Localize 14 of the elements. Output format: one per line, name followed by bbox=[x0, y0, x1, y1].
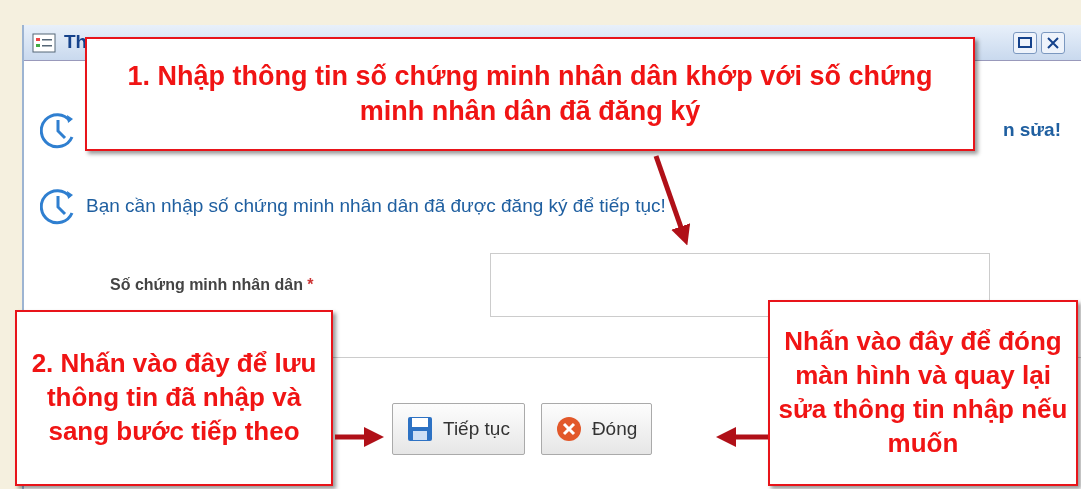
cancel-icon bbox=[555, 416, 582, 442]
callout-note: 1. Nhập thông tin số chứng minh nhân dân khớp với số chứng minh nhân dân đã đăng ký bbox=[85, 37, 975, 151]
continue-button[interactable]: Tiếp tục bbox=[392, 403, 525, 455]
close-button[interactable] bbox=[1041, 31, 1065, 54]
callout-note: Nhấn vào đây để đóng màn hình và quay lại sửa thông tin nhập nếu muốn bbox=[768, 300, 1078, 486]
field-label: Số chứng minh nhân dân * bbox=[110, 275, 315, 295]
close-button[interactable]: Đóng bbox=[540, 403, 653, 455]
maximize-icon bbox=[1018, 37, 1032, 48]
maximize-button[interactable] bbox=[1013, 31, 1037, 54]
message-text: n sửa! bbox=[1002, 117, 1061, 142]
close-icon bbox=[1047, 36, 1059, 49]
form-icon bbox=[32, 32, 56, 53]
message-text: Bạn cần nhập số chứng minh nhân dân đã được đăng ký để tiếp tục! bbox=[86, 193, 666, 218]
callout-note: 2. Nhấn vào đây để lưu thông tin đã nhập và sang bước tiếp theo bbox=[15, 310, 333, 486]
